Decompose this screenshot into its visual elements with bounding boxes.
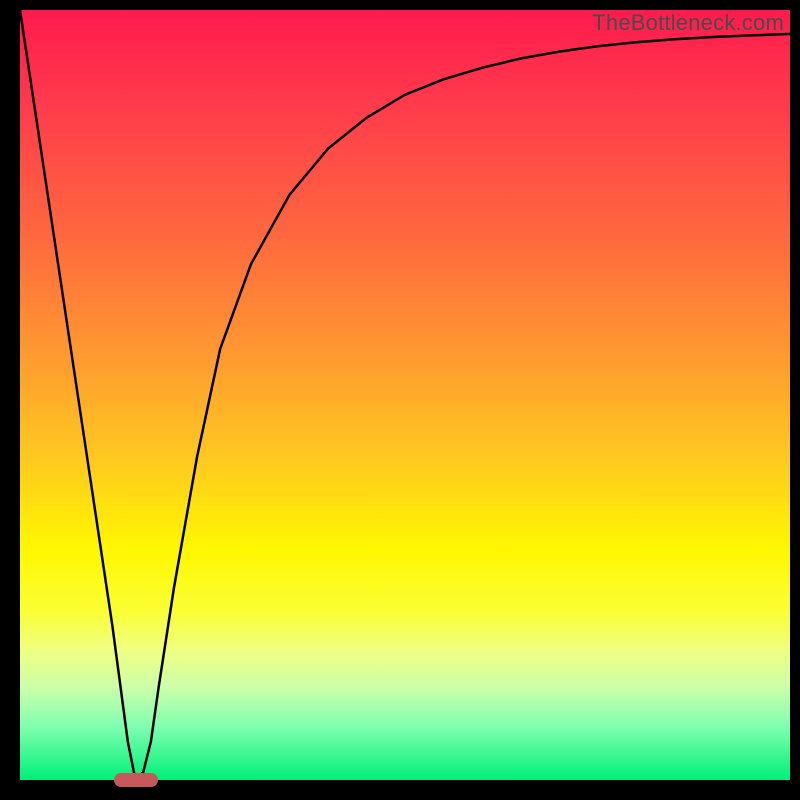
curve-path <box>20 10 790 780</box>
chart-frame: TheBottleneck.com <box>0 0 800 800</box>
bottleneck-curve <box>20 10 790 780</box>
watermark-text: TheBottleneck.com <box>592 10 784 36</box>
plot-area: TheBottleneck.com <box>20 10 790 780</box>
optimal-point-marker <box>114 773 158 787</box>
